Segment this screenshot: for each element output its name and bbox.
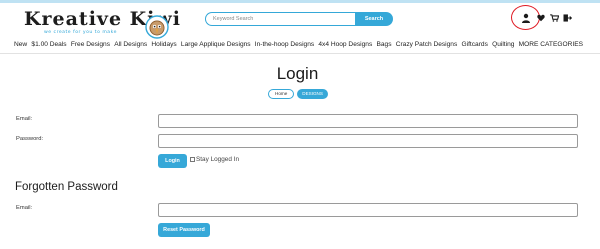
breadcrumb-current[interactable]: DESIGNS: [297, 89, 328, 99]
kiwi-mascot-icon: [145, 15, 169, 39]
email-label: Email:: [16, 116, 33, 122]
top-accent-strip: [0, 0, 600, 3]
account-icon[interactable]: [521, 13, 531, 23]
nav-item-4x4-hoop-designs[interactable]: 4x4 Hoop Designs: [318, 38, 372, 52]
nav-item-in-the-hoop-designs[interactable]: In-the-hoop Designs: [255, 38, 314, 52]
nav-item-new[interactable]: New: [14, 38, 27, 52]
search-input[interactable]: [205, 12, 355, 26]
nav-item-crazy-patch-designs[interactable]: Crazy Patch Designs: [396, 38, 458, 52]
forgotten-password-heading: Forgotten Password: [15, 181, 118, 193]
nav-item-all-designs[interactable]: All Designs: [114, 38, 147, 52]
search-button[interactable]: Search: [355, 12, 393, 26]
nav-item-holidays[interactable]: Holidays: [151, 38, 176, 52]
reset-email-field[interactable]: [158, 203, 578, 217]
password-field[interactable]: [158, 134, 578, 148]
cart-icon[interactable]: [550, 14, 559, 22]
stay-logged-in[interactable]: Stay Logged In: [190, 156, 239, 163]
page-title: Login: [276, 64, 319, 83]
stay-logged-in-label: Stay Logged In: [196, 156, 239, 163]
breadcrumb: Home DESIGNS: [268, 89, 328, 99]
email-field[interactable]: [158, 114, 578, 128]
reset-email-label: Email:: [16, 205, 33, 211]
password-label: Password:: [16, 136, 44, 142]
heart-icon[interactable]: [537, 14, 545, 22]
nav-divider: [0, 53, 600, 54]
nav-item-large-applique-designs[interactable]: Large Applique Designs: [181, 38, 251, 52]
category-nav: New $1.00 Deals Free Designs All Designs…: [0, 38, 600, 52]
stay-logged-in-checkbox[interactable]: [190, 157, 195, 162]
brand-tagline: we create for you to make: [44, 30, 117, 35]
brand-logo[interactable]: Kreative Kiwi we create for you to make: [24, 8, 180, 39]
nav-item-giftcards[interactable]: Giftcards: [461, 38, 487, 52]
reset-password-button[interactable]: Reset Password: [158, 223, 210, 237]
login-button[interactable]: Login: [158, 154, 187, 168]
nav-item-free-designs[interactable]: Free Designs: [71, 38, 110, 52]
logout-icon[interactable]: [563, 14, 572, 22]
breadcrumb-home[interactable]: Home: [268, 89, 295, 99]
nav-item-bags[interactable]: Bags: [376, 38, 391, 52]
nav-item-quilting[interactable]: Quilting: [492, 38, 514, 52]
search-bar: Search: [205, 12, 393, 26]
nav-item-1-dollar-deals[interactable]: $1.00 Deals: [31, 38, 66, 52]
nav-item-more-categories[interactable]: MORE CATEGORIES: [519, 38, 583, 52]
